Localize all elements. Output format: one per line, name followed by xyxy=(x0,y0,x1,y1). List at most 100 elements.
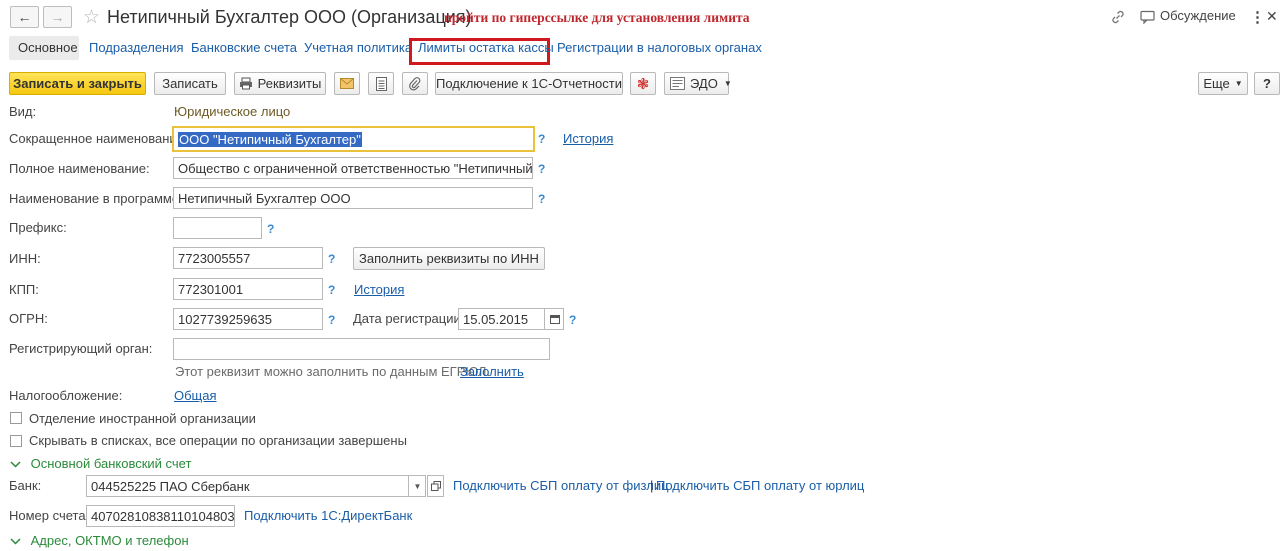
reg-body-label: Регистрирующий орган: xyxy=(9,341,153,356)
open-form-icon xyxy=(430,481,441,491)
short-name-history-link[interactable]: История xyxy=(563,131,613,146)
report-button[interactable] xyxy=(368,72,394,95)
bank-dropdown-caret-icon: ▼ xyxy=(413,481,422,491)
requisites-label: Реквизиты xyxy=(257,76,322,91)
calendar-button[interactable] xyxy=(544,309,564,329)
short-name-value: ООО "Нетипичный Бухгалтер" xyxy=(178,131,362,147)
kpp-history-link[interactable]: История xyxy=(354,282,404,297)
edo-icon xyxy=(670,77,685,90)
inn-help[interactable]: ? xyxy=(328,252,335,266)
calendar-icon xyxy=(549,314,560,324)
bank-section-title: Основной банковский счет xyxy=(30,456,192,471)
tax-regime-link[interactable]: Общая xyxy=(174,388,217,403)
link-icon[interactable] xyxy=(1110,9,1126,25)
bank-section-header[interactable]: Основной банковский счет xyxy=(10,456,191,471)
paperclip-icon xyxy=(409,76,421,91)
arrow-right-icon: → xyxy=(50,9,65,25)
document-list-icon xyxy=(375,76,387,91)
more-vertical-icon[interactable]: ⋮ xyxy=(1250,8,1265,26)
foreign-branch-label: Отделение иностранной организации xyxy=(29,411,256,426)
inn-input[interactable]: 7723005557 xyxy=(173,247,323,269)
prefix-input[interactable] xyxy=(173,217,262,239)
help-button[interactable]: ? xyxy=(1254,72,1280,95)
fill-by-inn-button[interactable]: Заполнить реквизиты по ИНН xyxy=(353,247,545,270)
back-button[interactable]: ← xyxy=(10,6,39,28)
program-name-input[interactable]: Нетипичный Бухгалтер ООО xyxy=(173,187,533,209)
more-button[interactable]: Еще ▼ xyxy=(1198,72,1248,95)
egrul-fill-link[interactable]: Заполнить xyxy=(460,364,524,379)
printer-icon xyxy=(239,77,253,90)
reg-body-input[interactable] xyxy=(173,338,550,360)
full-name-input[interactable]: Общество с ограниченной ответственностью… xyxy=(173,157,533,179)
ogrn-help[interactable]: ? xyxy=(328,313,335,327)
bank-open-button[interactable] xyxy=(427,475,444,497)
kpp-help[interactable]: ? xyxy=(328,283,335,297)
attachments-button[interactable] xyxy=(402,72,428,95)
discussion-link[interactable]: Обсуждение xyxy=(1160,8,1236,23)
tab-cash-limits[interactable]: Лимиты остатка кассы xyxy=(418,40,554,55)
short-name-input[interactable]: ООО "Нетипичный Бухгалтер" xyxy=(172,126,535,152)
full-name-label: Полное наименование: xyxy=(9,161,150,176)
window-title: Нетипичный Бухгалтер ООО (Организация) xyxy=(107,7,472,27)
save-button[interactable]: Записать xyxy=(154,72,226,95)
edo-label: ЭДО xyxy=(690,76,718,91)
bank-value: 044525225 ПАО Сбербанк xyxy=(91,478,250,494)
hide-in-lists-checkbox[interactable] xyxy=(10,435,22,447)
star-icon[interactable]: ☆ xyxy=(83,6,100,29)
instruction-annotation: пройти по гиперссылке для установления л… xyxy=(444,10,750,25)
reg-date-label: Дата регистрации: xyxy=(353,311,465,326)
tab-main[interactable]: Основное xyxy=(18,40,78,55)
address-section-title: Адрес, ОКТМО и телефон xyxy=(30,533,189,548)
arrow-left-icon: ← xyxy=(17,9,32,25)
address-section-header[interactable]: Адрес, ОКТМО и телефон xyxy=(10,533,189,548)
short-name-help[interactable]: ? xyxy=(538,132,545,146)
prefix-label: Префикс: xyxy=(9,220,67,235)
sbp-legal-link[interactable]: Подключить СБП оплату от юрлиц xyxy=(656,478,864,493)
more-caret-icon: ▼ xyxy=(1234,79,1243,88)
program-name-label: Наименование в программе: xyxy=(9,191,183,206)
reg-date-value: 15.05.2015 xyxy=(463,311,529,327)
egrul-hint: Этот реквизит можно заполнить по данным … xyxy=(175,364,491,379)
tab-bank-accounts[interactable]: Банковские счета xyxy=(191,40,297,55)
ogrn-label: ОГРН: xyxy=(9,311,48,326)
sbp-individual-link[interactable]: Подключить СБП оплату от физлиц xyxy=(453,478,669,493)
bank-select[interactable]: 044525225 ПАО Сбербанк xyxy=(86,475,426,497)
inn-label: ИНН: xyxy=(9,251,41,266)
full-name-help[interactable]: ? xyxy=(538,162,545,176)
dropdown-caret-icon: ▼ xyxy=(723,79,732,88)
foreign-branch-checkbox[interactable] xyxy=(10,412,22,424)
reg-date-help[interactable]: ? xyxy=(569,313,576,327)
chevron-down-icon xyxy=(10,456,21,471)
hide-in-lists-label: Скрывать в списках, все операции по орга… xyxy=(29,433,407,448)
forward-button[interactable]: → xyxy=(43,6,72,28)
envelope-icon xyxy=(340,78,354,89)
close-icon[interactable]: ✕ xyxy=(1266,8,1278,25)
requisites-button[interactable]: Реквизиты xyxy=(234,72,326,95)
spark-button[interactable]: ❃ xyxy=(630,72,656,95)
kpp-label: КПП: xyxy=(9,282,39,297)
bank-dropdown-button[interactable]: ▼ xyxy=(408,476,426,496)
short-name-label: Сокращенное наименование: xyxy=(9,131,188,146)
links-separator: | xyxy=(650,478,654,493)
connect-1c-reporting-button[interactable]: Подключение к 1С-Отчетности xyxy=(435,72,623,95)
discussion-icon[interactable] xyxy=(1140,10,1155,25)
edo-button[interactable]: ЭДО ▼ xyxy=(664,72,732,95)
email-button[interactable] xyxy=(334,72,360,95)
account-label: Номер счета: xyxy=(9,508,90,523)
tab-departments[interactable]: Подразделения xyxy=(89,40,184,55)
more-label: Еще xyxy=(1203,76,1230,91)
tax-label: Налогообложение: xyxy=(9,388,123,403)
account-input[interactable]: 40702810838110104803 xyxy=(86,505,235,527)
spark-icon: ❃ xyxy=(636,75,650,93)
ogrn-input[interactable]: 1027739259635 xyxy=(173,308,323,330)
bank-label: Банк: xyxy=(9,478,42,493)
direct-bank-link[interactable]: Подключить 1С:ДиректБанк xyxy=(244,508,412,523)
kpp-input[interactable]: 772301001 xyxy=(173,278,323,300)
tab-tax-registrations[interactable]: Регистрации в налоговых органах xyxy=(557,40,762,55)
kind-value[interactable]: Юридическое лицо xyxy=(174,104,290,119)
save-and-close-button[interactable]: Записать и закрыть xyxy=(9,72,146,95)
prefix-help[interactable]: ? xyxy=(267,222,274,236)
kind-label: Вид: xyxy=(9,104,37,119)
program-name-help[interactable]: ? xyxy=(538,192,545,206)
tab-accounting-policy[interactable]: Учетная политика xyxy=(304,40,412,55)
